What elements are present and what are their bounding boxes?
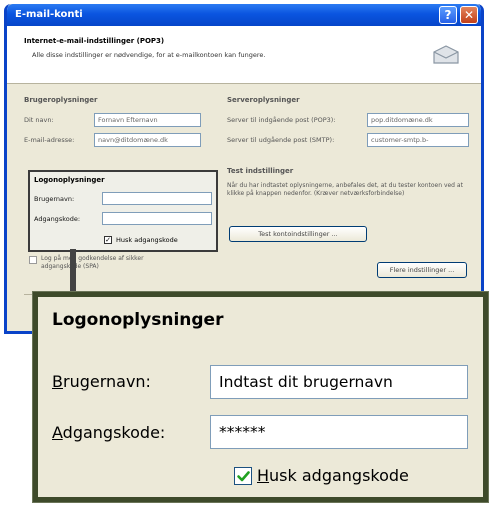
remember-password-checkbox[interactable]	[234, 467, 252, 485]
dialog-header: Internet-e-mail-indstillinger (POP3) All…	[7, 26, 481, 84]
test-settings-heading: Test indstillinger	[227, 167, 294, 175]
username-label-small: Brugernavn:	[34, 195, 75, 203]
remember-checkbox-small[interactable]: ✓	[104, 236, 112, 244]
user-info-heading: Brugeroplysninger	[24, 96, 98, 104]
password-label-small: Adgangskode:	[34, 215, 81, 223]
header-title: Internet-e-mail-indstillinger (POP3)	[24, 37, 165, 45]
password-label-accesskey: A	[52, 423, 63, 442]
test-settings-description: Når du har indtastet oplysningerne, anbe…	[227, 182, 463, 197]
username-label-text: rugernavn:	[62, 372, 151, 391]
checkmark-icon	[237, 471, 250, 482]
password-label: Adgangskode:	[52, 423, 165, 442]
outgoing-server-field[interactable]: customer-smtp.b-	[367, 133, 469, 147]
incoming-server-field[interactable]: pop.ditdomæne.dk	[367, 113, 469, 127]
help-button[interactable]: ?	[439, 6, 457, 24]
window-title: E-mail-konti	[15, 9, 83, 20]
name-label: Dit navn:	[24, 116, 54, 124]
email-accounts-dialog: E-mail-konti ? ✕ Internet-e-mail-indstil…	[4, 4, 484, 334]
callout-connector	[70, 249, 76, 292]
logon-info-box-small: Logonoplysninger Brugernavn: Adgangskode…	[28, 170, 218, 252]
username-label: Brugernavn:	[52, 372, 151, 391]
username-field-small[interactable]	[102, 192, 212, 205]
server-info-heading: Serveroplysninger	[227, 96, 300, 104]
title-bar: E-mail-konti ? ✕	[7, 4, 481, 26]
password-field-small[interactable]	[102, 212, 212, 225]
more-settings-button[interactable]: Flere indstillinger ...	[377, 262, 467, 278]
remember-label-text: usk adgangskode	[269, 466, 409, 485]
email-settings-icon	[433, 45, 459, 64]
password-input[interactable]: ******	[210, 415, 468, 449]
username-input[interactable]: Indtast dit brugernavn	[210, 365, 468, 399]
header-subtitle: Alle disse indstillinger er nødvendige, …	[32, 51, 266, 59]
password-label-text: dgangskode:	[62, 423, 166, 442]
close-button[interactable]: ✕	[460, 6, 478, 24]
username-label-accesskey: B	[52, 372, 63, 391]
email-field[interactable]: navn@ditdomæne.dk	[94, 133, 201, 147]
logon-heading-small: Logonoplysninger	[34, 176, 105, 184]
email-label: E-mail-adresse:	[24, 136, 75, 144]
remember-password-label: Husk adgangskode	[257, 466, 409, 485]
name-field[interactable]: Fornavn Efternavn	[94, 113, 201, 127]
spa-checkbox[interactable]	[29, 256, 37, 264]
logon-info-zoom: Logonoplysninger Brugernavn: Indtast dit…	[33, 292, 488, 502]
remember-label-small: Husk adgangskode	[116, 236, 178, 244]
test-account-button[interactable]: Test kontoindstillinger ...	[229, 226, 367, 242]
remember-label-accesskey: H	[257, 466, 270, 485]
logon-heading: Logonoplysninger	[52, 310, 224, 330]
outgoing-server-label: Server til udgående post (SMTP):	[227, 136, 335, 144]
spa-label: Log på med godkendelse af sikker adgangs…	[41, 255, 144, 270]
incoming-server-label: Server til indgående post (POP3):	[227, 116, 336, 124]
